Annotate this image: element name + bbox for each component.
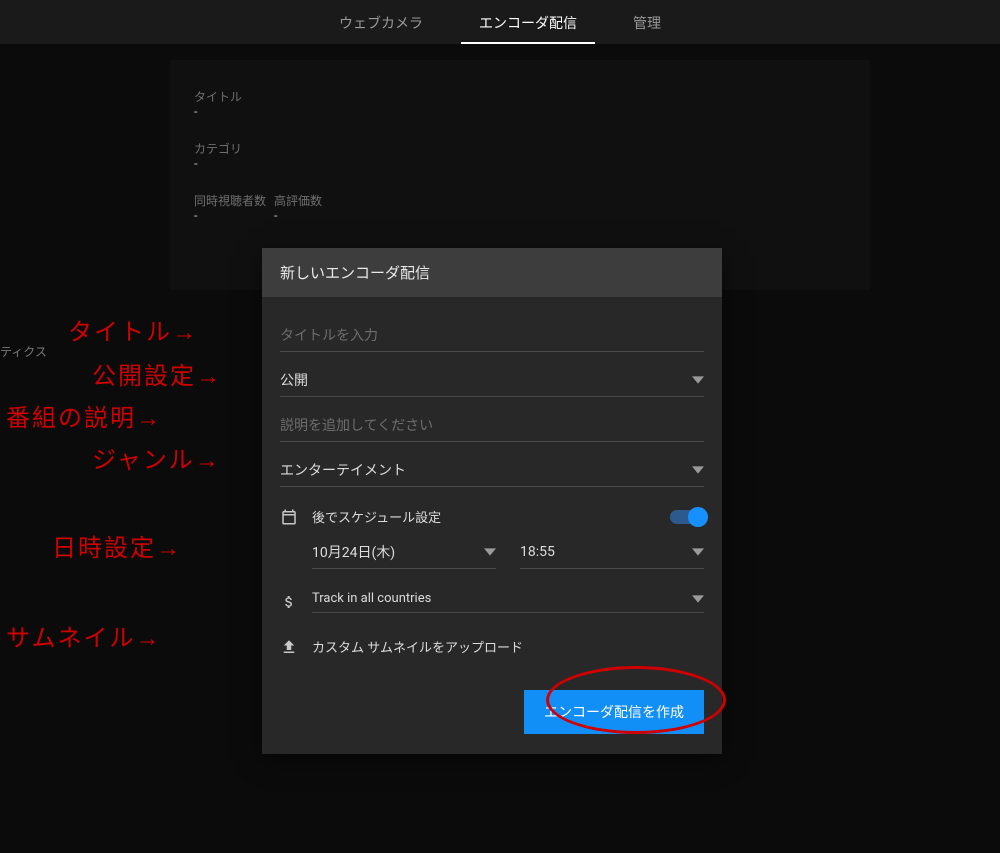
annotation-title: タイトル→: [68, 312, 198, 347]
bg-title-label: タイトル: [194, 88, 242, 105]
tab-webcam[interactable]: ウェブカメラ: [311, 1, 451, 44]
dollar-icon: [280, 593, 298, 611]
annotation-thumbnail: サムネイル→: [6, 618, 162, 653]
chevron-down-icon: [692, 593, 704, 605]
monetization-select[interactable]: Track in all countries: [312, 591, 704, 613]
thumbnail-upload-label: カスタム サムネイルをアップロード: [312, 637, 523, 656]
bg-category-value: -: [194, 157, 198, 172]
description-input[interactable]: 説明を追加してください: [280, 415, 704, 442]
bg-viewers-value: -: [194, 209, 198, 224]
date-value: 10月24日(木): [312, 542, 395, 562]
time-value: 18:55: [520, 544, 555, 560]
annotation-visibility: 公開設定→: [92, 356, 222, 391]
bg-viewers-label: 同時視聴者数: [194, 192, 266, 209]
monetization-value: Track in all countries: [312, 591, 431, 606]
top-tabs: ウェブカメラ エンコーダ配信 管理: [311, 1, 689, 44]
chevron-down-icon: [692, 374, 704, 386]
date-select[interactable]: 10月24日(木): [312, 542, 496, 569]
tab-manage[interactable]: 管理: [605, 1, 689, 44]
datetime-row: 10月24日(木) 18:55: [280, 542, 704, 569]
tab-encoder[interactable]: エンコーダ配信: [451, 1, 605, 44]
annotation-cta-circle: [546, 666, 726, 734]
genre-select[interactable]: エンターテイメント: [280, 460, 704, 487]
chevron-down-icon: [692, 464, 704, 476]
sidebar-fragment-text: ティクス: [0, 343, 47, 360]
upload-icon: [280, 638, 298, 656]
chevron-down-icon: [484, 546, 496, 558]
time-select[interactable]: 18:55: [520, 542, 704, 569]
visibility-select[interactable]: 公開: [280, 370, 704, 397]
description-placeholder: 説明を追加してください: [280, 415, 433, 435]
thumbnail-upload-row[interactable]: カスタム サムネイルをアップロード: [280, 637, 704, 656]
bg-likes-label: 高評価数: [274, 192, 322, 209]
toggle-knob: [688, 507, 708, 527]
schedule-later-toggle[interactable]: [670, 510, 704, 524]
schedule-later-label: 後でスケジュール設定: [312, 507, 441, 526]
calendar-icon: [280, 508, 298, 526]
title-input-placeholder: タイトルを入力: [280, 325, 378, 345]
bg-likes-value: -: [274, 209, 278, 224]
annotation-datetime: 日時設定→: [52, 528, 182, 563]
top-tab-bar: ウェブカメラ エンコーダ配信 管理: [0, 0, 1000, 44]
dialog-title: 新しいエンコーダ配信: [262, 248, 722, 297]
visibility-value: 公開: [280, 370, 308, 390]
title-input[interactable]: タイトルを入力: [280, 325, 704, 352]
monetization-row: Track in all countries: [280, 591, 704, 613]
bg-category-label: カテゴリ: [194, 140, 242, 157]
chevron-down-icon: [692, 546, 704, 558]
genre-value: エンターテイメント: [280, 460, 406, 480]
annotation-genre: ジャンル→: [92, 440, 221, 475]
bg-title-value: -: [194, 105, 198, 120]
schedule-later-row: 後でスケジュール設定: [280, 507, 704, 526]
annotation-description: 番組の説明→: [6, 398, 162, 433]
